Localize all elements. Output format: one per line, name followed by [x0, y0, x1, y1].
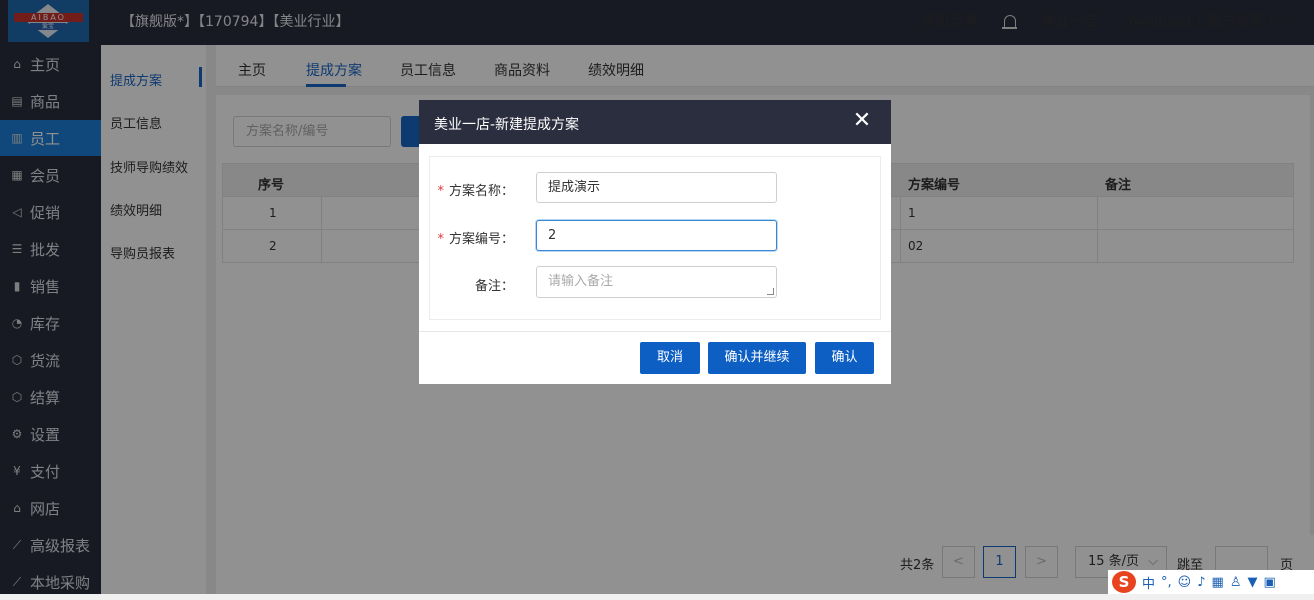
dialog-form: * 方案名称： 提成演示 * 方案编号： 2 备注： 请输入备注 — [429, 156, 881, 320]
confirm-continue-button[interactable]: 确认并继续 — [708, 342, 806, 374]
dialog-title: 美业一店-新建提成方案 — [434, 117, 580, 133]
ime-toolbar[interactable]: S 中 °, ☺ ♪ ▦ ♙ ▼ ▣ — [1108, 570, 1314, 594]
dialog-footer-divider — [419, 331, 891, 332]
skin-icon[interactable]: ▼ — [1247, 575, 1257, 590]
sogou-logo-icon[interactable]: S — [1112, 571, 1136, 593]
confirm-button[interactable]: 确认 — [815, 342, 874, 374]
remark-textarea[interactable]: 请输入备注 — [536, 266, 777, 298]
remark-label: 备注： — [474, 279, 514, 294]
ime-punct-toggle[interactable]: °, — [1161, 575, 1172, 590]
plan-code-label: * 方案编号： — [437, 232, 514, 247]
resize-handle[interactable] — [767, 288, 774, 295]
grid-icon[interactable]: ▣ — [1263, 575, 1275, 590]
ime-lang-toggle[interactable]: 中 — [1142, 573, 1155, 592]
emoji-icon[interactable]: ☺ — [1178, 575, 1192, 590]
plan-name-label: * 方案名称： — [437, 184, 514, 199]
plan-name-input[interactable]: 提成演示 — [536, 172, 777, 203]
keyboard-icon[interactable]: ▦ — [1212, 575, 1224, 590]
microphone-icon[interactable]: ♪ — [1197, 575, 1205, 590]
remark-placeholder: 请输入备注 — [548, 274, 614, 289]
close-icon[interactable]: ✕ — [851, 110, 873, 132]
cancel-button[interactable]: 取消 — [640, 342, 700, 374]
required-marker: * — [437, 184, 444, 199]
required-marker: * — [437, 232, 444, 247]
new-plan-dialog: 美业一店-新建提成方案 ✕ * 方案名称： 提成演示 * 方案编号： 2 备注： 请… — [419, 100, 891, 384]
user-icon[interactable]: ♙ — [1230, 575, 1242, 590]
plan-code-input[interactable]: 2 — [536, 220, 777, 251]
